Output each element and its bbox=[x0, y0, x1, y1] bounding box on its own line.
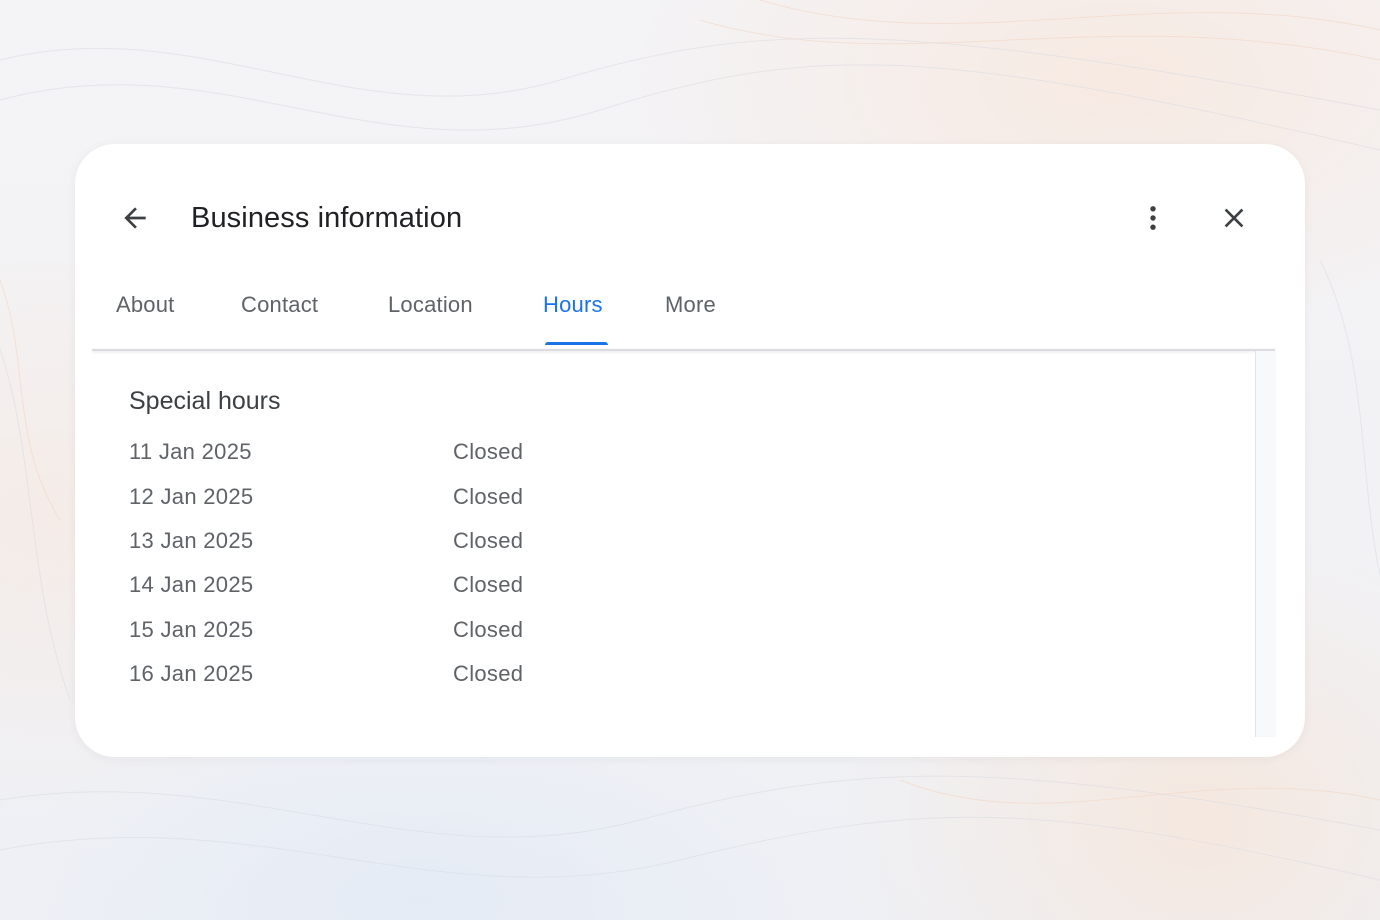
tab-about[interactable]: About bbox=[116, 290, 175, 320]
content-scrollbar[interactable] bbox=[1255, 351, 1276, 737]
special-hours-date: 16 Jan 2025 bbox=[129, 661, 254, 686]
more-options-button[interactable] bbox=[1131, 196, 1175, 240]
special-hours-date: 13 Jan 2025 bbox=[129, 528, 254, 553]
tab-more[interactable]: More bbox=[665, 290, 716, 320]
special-hours-row: 11 Jan 2025 Closed bbox=[129, 437, 729, 467]
dialog-header: Business information bbox=[75, 144, 1305, 290]
special-hours-status: Closed bbox=[453, 617, 524, 642]
tab-contact[interactable]: Contact bbox=[241, 290, 318, 320]
special-hours-date: 15 Jan 2025 bbox=[129, 617, 254, 642]
special-hours-heading: Special hours bbox=[129, 387, 281, 415]
special-hours-row: 16 Jan 2025 Closed bbox=[129, 659, 729, 689]
special-hours-status: Closed bbox=[453, 572, 524, 597]
tab-bar: About Contact Location Hours More bbox=[75, 282, 1305, 350]
special-hours-row: 13 Jan 2025 Closed bbox=[129, 526, 729, 556]
business-info-dialog: Business information About Contact Locat… bbox=[75, 144, 1305, 757]
special-hours-row: 14 Jan 2025 Closed bbox=[129, 570, 729, 600]
special-hours-status: Closed bbox=[453, 439, 524, 464]
tab-hours[interactable]: Hours bbox=[543, 290, 603, 320]
special-hours-status: Closed bbox=[453, 661, 524, 686]
special-hours-date: 12 Jan 2025 bbox=[129, 484, 254, 509]
back-button[interactable] bbox=[113, 196, 157, 240]
special-hours-status: Closed bbox=[453, 528, 524, 553]
dialog-title: Business information bbox=[191, 202, 463, 234]
special-hours-date: 11 Jan 2025 bbox=[129, 439, 252, 464]
special-hours-row: 12 Jan 2025 Closed bbox=[129, 482, 729, 512]
active-tab-indicator bbox=[545, 342, 608, 345]
arrow-back-icon bbox=[124, 207, 146, 229]
more-vert-icon bbox=[1150, 206, 1156, 230]
hours-panel: Special hours 11 Jan 2025 Closed 12 Jan … bbox=[92, 351, 1255, 737]
close-icon bbox=[1224, 208, 1244, 228]
special-hours-status: Closed bbox=[453, 484, 524, 509]
special-hours-date: 14 Jan 2025 bbox=[129, 572, 254, 597]
tab-location[interactable]: Location bbox=[388, 290, 473, 320]
close-button[interactable] bbox=[1212, 196, 1256, 240]
special-hours-row: 15 Jan 2025 Closed bbox=[129, 615, 729, 645]
